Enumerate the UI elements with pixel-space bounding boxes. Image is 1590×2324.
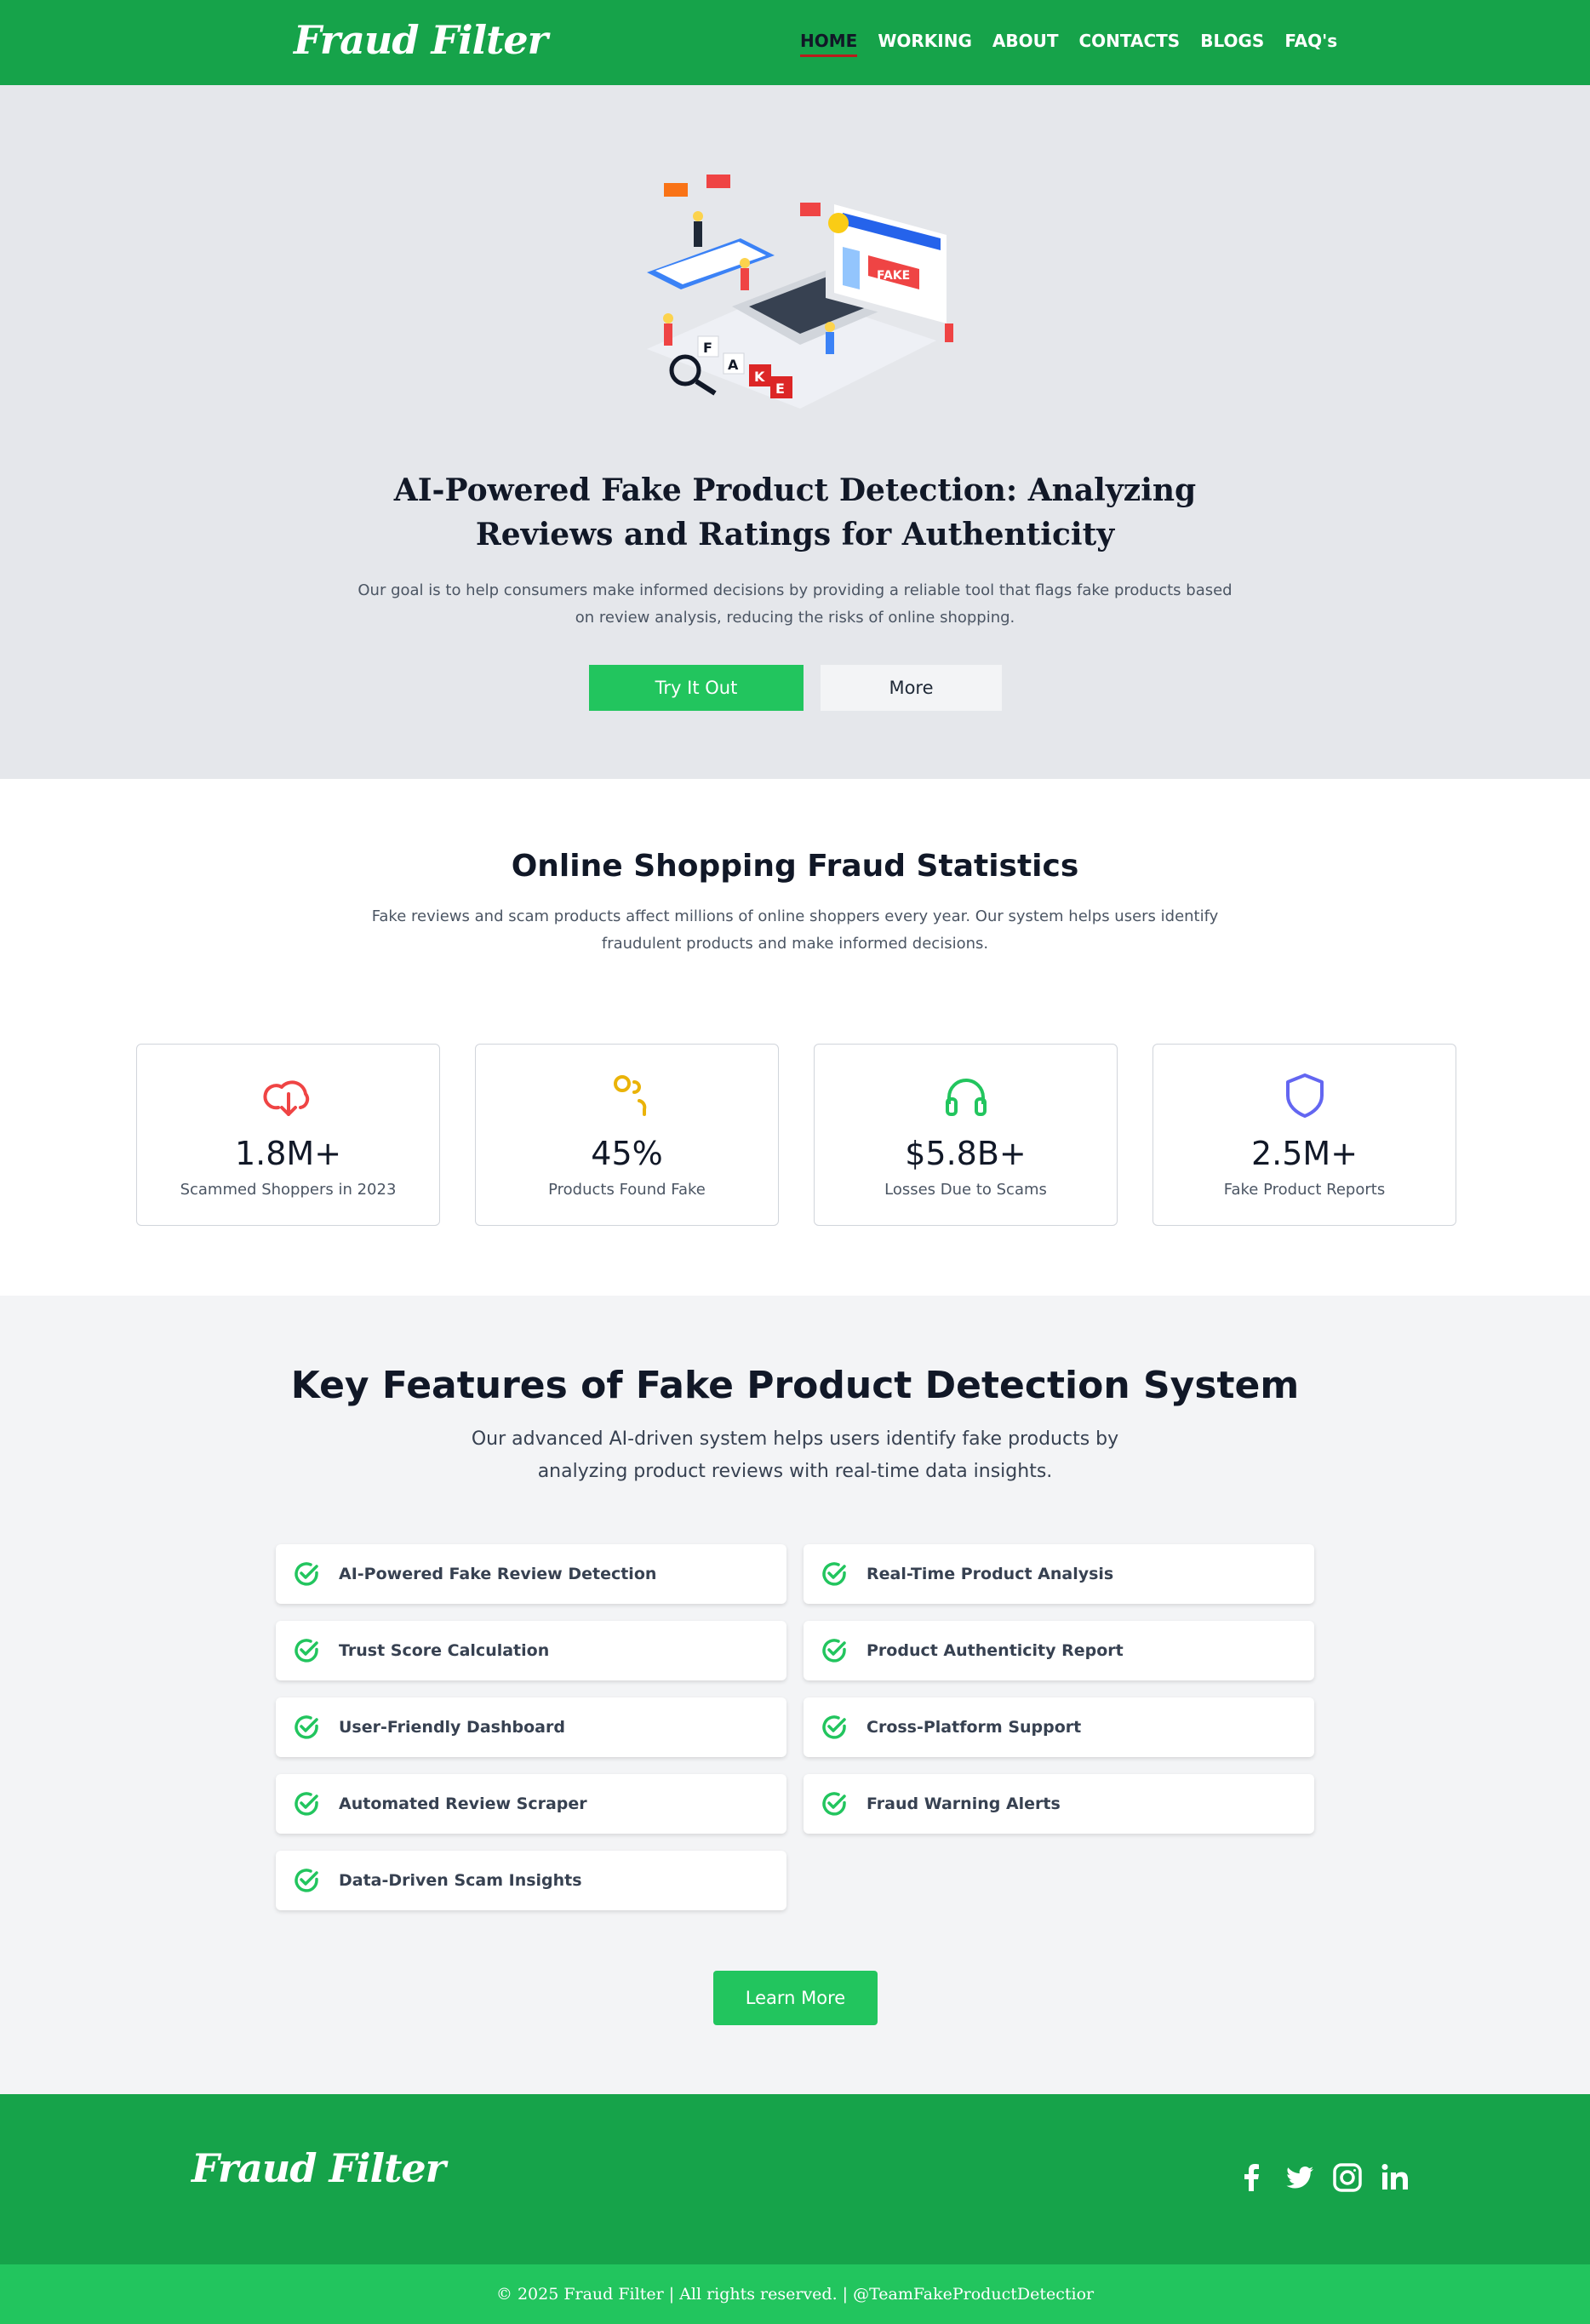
linkedin-icon[interactable] [1380,2162,1410,2193]
footer: Fraud Filter [0,2094,1590,2264]
svg-text:K: K [754,369,765,385]
feature-item: Trust Score Calculation [276,1621,786,1680]
feature-label: Real-Time Product Analysis [866,1565,1114,1583]
feature-item: Real-Time Product Analysis [804,1544,1314,1604]
stat-card: $5.8B+ Losses Due to Scams [814,1044,1118,1226]
feature-item: User-Friendly Dashboard [276,1697,786,1757]
stat-label: Losses Due to Scams [884,1181,1047,1199]
hero-description: Our goal is to help consumers make infor… [357,577,1233,632]
cloud-download-icon [263,1080,310,1116]
check-circle-icon [295,1869,318,1892]
facebook-icon[interactable] [1237,2162,1267,2193]
feature-label: Cross-Platform Support [866,1718,1082,1737]
features-section: Key Features of Fake Product Detection S… [0,1296,1590,2094]
nav-home[interactable]: HOME [800,31,858,57]
feature-item: Automated Review Scraper [276,1774,786,1834]
feature-item: Fraud Warning Alerts [804,1774,1314,1834]
nav-contacts[interactable]: CONTACTS [1078,31,1180,57]
stat-label: Fake Product Reports [1223,1181,1386,1199]
feature-label: User-Friendly Dashboard [339,1718,565,1737]
check-circle-icon [822,1792,846,1816]
svg-text:FAKE: FAKE [877,269,910,283]
hero-desc-line2: on review analysis, reducing the risks o… [575,609,1015,627]
brand-logo[interactable]: Fraud Filter [294,17,548,63]
stat-card: 2.5M+ Fake Product Reports [1152,1044,1456,1226]
feature-item: Data-Driven Scam Insights [276,1851,786,1910]
stat-label: Products Found Fake [548,1181,706,1199]
features-description: Our advanced AI-driven system helps user… [455,1423,1135,1488]
stats-desc-line1: Fake reviews and scam products affect mi… [371,907,1219,925]
hero-title: AI-Powered Fake Product Detection: Analy… [284,468,1306,557]
hero-title-line1: AI-Powered Fake Product Detection: Analy… [393,472,1197,508]
top-navbar: Fraud Filter HOME WORKING ABOUT CONTACTS… [0,0,1590,85]
stats-description: Fake reviews and scam products affect mi… [369,903,1221,958]
hero-section: FAKE F A K E AI-Powered Fake Product Det… [0,85,1590,779]
feature-label: Trust Score Calculation [339,1641,550,1660]
features-desc-line2: analyzing product reviews with real-time… [537,1461,1053,1482]
check-circle-icon [822,1562,846,1586]
stats-desc-line2: fraudulent products and make informed de… [601,935,989,953]
check-circle-icon [822,1715,846,1739]
learn-more-button[interactable]: Learn More [713,1971,878,2025]
nav-about[interactable]: ABOUT [992,31,1059,57]
hero-title-line2: Reviews and Ratings for Authenticity [475,517,1115,552]
check-circle-icon [295,1562,318,1586]
feature-label: AI-Powered Fake Review Detection [339,1565,657,1583]
shield-icon [1286,1073,1324,1118]
svg-text:E: E [775,381,785,397]
nav-working[interactable]: WORKING [878,31,972,57]
nav-blogs[interactable]: BLOGS [1200,31,1264,57]
svg-text:A: A [728,357,739,373]
copyright-bar: © 2025 Fraud Filter | All rights reserve… [0,2264,1590,2324]
nav-faqs[interactable]: FAQ's [1284,31,1337,57]
stat-label: Scammed Shoppers in 2023 [180,1181,397,1199]
stats-cards: 1.8M+ Scammed Shoppers in 2023 45% Produ… [136,1044,1456,1226]
feature-label: Automated Review Scraper [339,1795,587,1813]
hero-desc-line1: Our goal is to help consumers make infor… [357,581,1233,599]
check-circle-icon [295,1639,318,1663]
stat-value: 1.8M+ [234,1135,342,1172]
stats-title: Online Shopping Fraud Statistics [511,849,1079,884]
stats-section: Online Shopping Fraud Statistics Fake re… [0,779,1590,1296]
check-circle-icon [295,1792,318,1816]
stat-value: 2.5M+ [1250,1135,1358,1172]
check-circle-icon [295,1715,318,1739]
svg-text:F: F [703,340,712,356]
stat-value: 45% [591,1135,663,1172]
instagram-icon[interactable] [1332,2162,1363,2193]
footer-logo[interactable]: Fraud Filter [192,2145,446,2191]
feature-label: Product Authenticity Report [866,1641,1124,1660]
stat-value: $5.8B+ [905,1135,1027,1172]
social-links [1237,2162,1410,2193]
features-list: AI-Powered Fake Review Detection Real-Ti… [276,1544,1316,1910]
features-desc-line1: Our advanced AI-driven system helps user… [471,1428,1119,1450]
users-icon [614,1075,647,1116]
stat-card: 1.8M+ Scammed Shoppers in 2023 [136,1044,440,1226]
twitter-icon[interactable] [1284,2162,1315,2193]
try-it-out-button[interactable]: Try It Out [589,665,804,711]
feature-item: Cross-Platform Support [804,1697,1314,1757]
feature-item: Product Authenticity Report [804,1621,1314,1680]
stat-card: 45% Products Found Fake [475,1044,779,1226]
check-circle-icon [822,1639,846,1663]
headphones-icon [946,1079,987,1116]
feature-label: Data-Driven Scam Insights [339,1871,582,1890]
feature-label: Fraud Warning Alerts [866,1795,1061,1813]
nav-links: HOME WORKING ABOUT CONTACTS BLOGS FAQ's [800,31,1337,57]
features-title: Key Features of Fake Product Detection S… [290,1364,1300,1407]
feature-item: AI-Powered Fake Review Detection [276,1544,786,1604]
more-button[interactable]: More [821,665,1002,711]
fake-product-illustration: FAKE F A K E [647,175,953,409]
